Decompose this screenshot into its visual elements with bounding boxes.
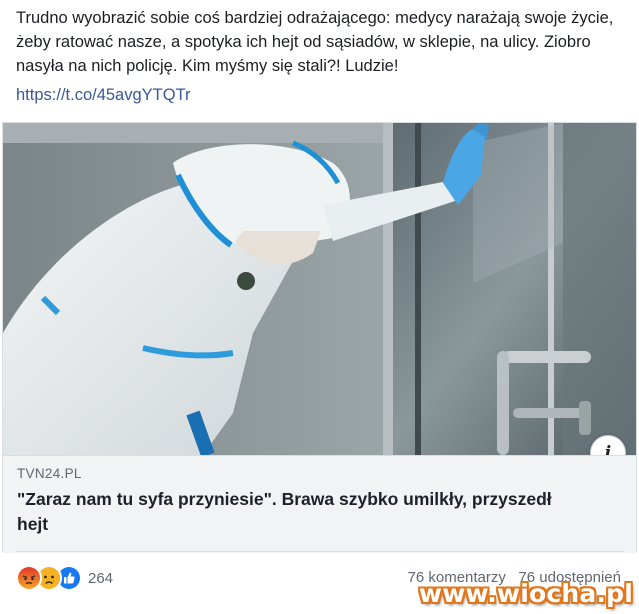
watermark: www.wiocha.pl: [418, 579, 633, 608]
divider: [16, 551, 623, 552]
link-preview-footer[interactable]: TVN24.PL "Zaraz nam tu syfa przyniesie".…: [3, 455, 636, 553]
angry-icon: [16, 565, 42, 591]
medical-worker-photo: [3, 123, 636, 455]
link-preview-card[interactable]: i TVN24.PL "Zaraz nam tu syfa przyniesie…: [2, 122, 637, 553]
link-title[interactable]: "Zaraz nam tu syfa przyniesie". Brawa sz…: [17, 487, 577, 537]
link-domain: TVN24.PL: [17, 466, 82, 481]
reactions-summary[interactable]: 264: [16, 565, 113, 591]
link-preview-image[interactable]: [3, 123, 636, 455]
post-link[interactable]: https://t.co/45avgYTQTr: [16, 86, 191, 105]
post-text: Trudno wyobrazić sobie coś bardziej odra…: [16, 9, 614, 75]
reaction-count[interactable]: 264: [88, 570, 113, 587]
